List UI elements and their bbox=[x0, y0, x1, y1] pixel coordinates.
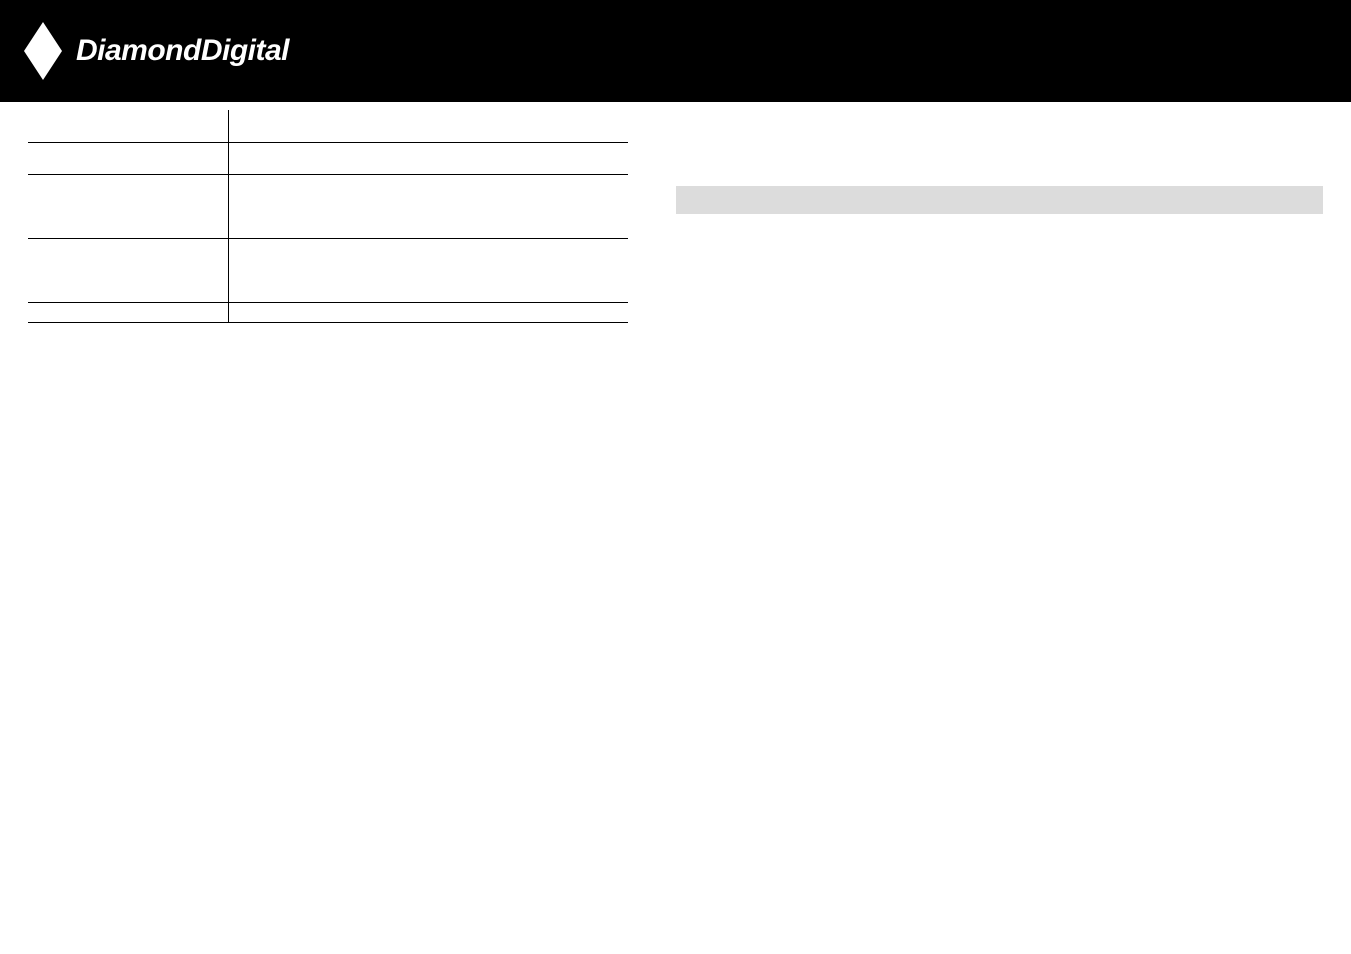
right-column bbox=[676, 110, 1323, 323]
spec-value-cell bbox=[228, 238, 628, 302]
spec-label-cell bbox=[28, 110, 228, 142]
spec-value-cell bbox=[228, 110, 628, 142]
spec-value-cell bbox=[228, 174, 628, 238]
brand-name: DiamondDigital bbox=[76, 34, 289, 68]
table-row bbox=[28, 110, 628, 142]
diamond-icon bbox=[24, 22, 62, 80]
content-area bbox=[0, 102, 1351, 323]
spec-table bbox=[28, 110, 628, 323]
table-row bbox=[28, 174, 628, 238]
left-column bbox=[28, 110, 628, 323]
page-header: DiamondDigital bbox=[0, 0, 1351, 102]
table-row bbox=[28, 238, 628, 302]
spec-value-cell bbox=[228, 142, 628, 174]
spec-label-cell bbox=[28, 174, 228, 238]
spec-value-cell bbox=[228, 302, 628, 322]
table-row bbox=[28, 302, 628, 322]
section-bar bbox=[676, 186, 1323, 214]
spec-label-cell bbox=[28, 238, 228, 302]
table-row bbox=[28, 142, 628, 174]
spec-label-cell bbox=[28, 142, 228, 174]
spec-label-cell bbox=[28, 302, 228, 322]
